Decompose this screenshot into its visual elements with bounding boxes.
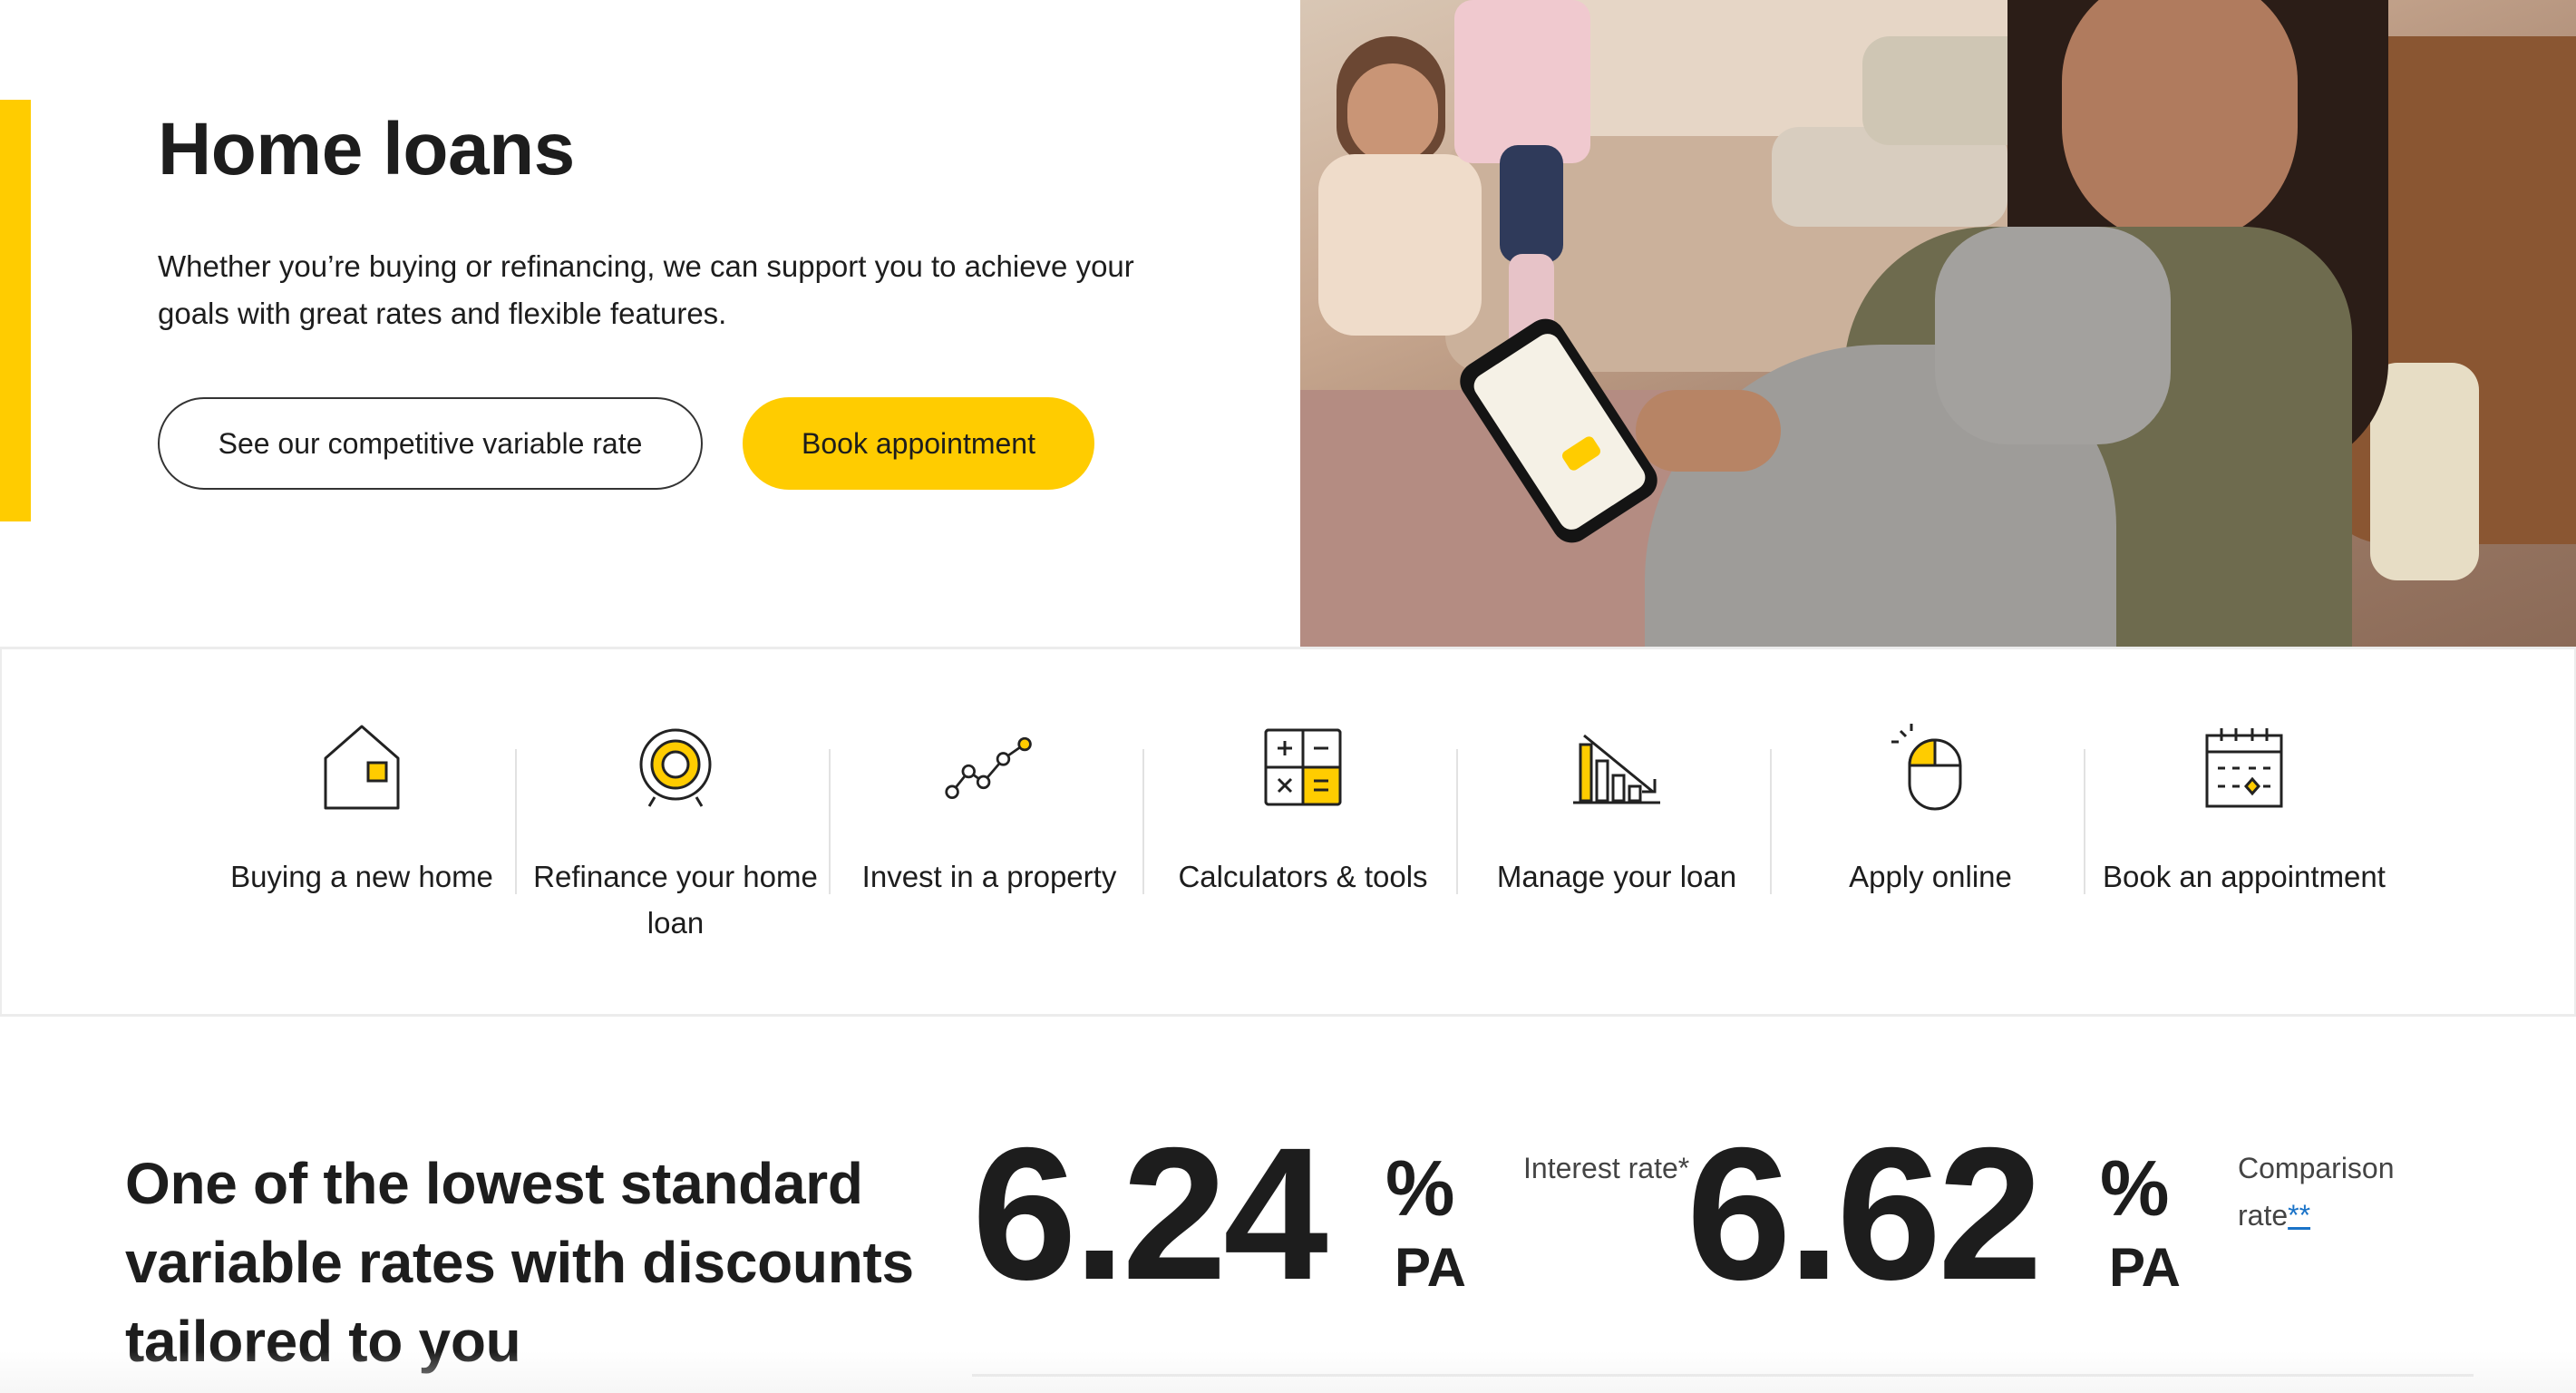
quick-link-label: Apply online — [1849, 860, 2012, 893]
comparison-rate-footnote-link[interactable]: ** — [2288, 1199, 2310, 1232]
quick-link-calculators[interactable]: Calculators & tools — [1146, 649, 1460, 1014]
quick-link-refinance[interactable]: Refinance your home loan — [519, 649, 832, 1014]
quick-link-buying[interactable]: Buying a new home — [205, 649, 519, 1014]
comparison-rate-pa: PA — [2109, 1237, 2181, 1298]
comparison-rate-percent: % — [2100, 1145, 2170, 1232]
variable-rate-button[interactable]: See our competitive variable rate — [158, 397, 703, 490]
quick-link-apply[interactable]: Apply online — [1774, 649, 2087, 1014]
hero-image — [1300, 0, 2576, 647]
quick-link-label: Book an appointment — [2103, 860, 2386, 893]
quick-link-label: Invest in a property — [861, 860, 1117, 893]
interest-rate-label: Interest rate* — [1523, 1152, 1690, 1184]
separator — [515, 749, 517, 894]
target-icon — [630, 722, 721, 813]
quick-links: Buying a new home Refinance your home lo… — [0, 649, 2576, 1014]
comparison-rate-label-block: Comparison rate** — [2238, 1145, 2437, 1239]
comparison-rate-value: 6.62 — [1687, 1109, 2043, 1320]
quick-link-label: Calculators & tools — [1178, 860, 1428, 893]
separator — [2084, 749, 2085, 894]
comparison-rate-label: Comparison rate — [2238, 1152, 2395, 1232]
separator — [1142, 749, 1144, 894]
interest-rate-pa: PA — [1395, 1237, 1466, 1298]
calculator-icon — [1258, 722, 1348, 813]
separator — [829, 749, 831, 894]
quick-link-label: Buying a new home — [230, 860, 493, 893]
quick-link-label: Refinance your home loan — [533, 860, 818, 940]
mouse-click-icon — [1885, 722, 1976, 813]
hero-accent-bar — [0, 100, 31, 521]
bottom-fade — [0, 1351, 2576, 1393]
hero-description: Whether you’re buying or refinancing, we… — [158, 249, 1134, 330]
quick-link-label: Manage your loan — [1496, 860, 1737, 893]
quick-link-invest[interactable]: Invest in a property — [832, 649, 1146, 1014]
interest-rate-value: 6.24 — [972, 1109, 1328, 1320]
house-icon — [316, 722, 407, 813]
book-appointment-button[interactable]: Book appointment — [743, 397, 1094, 490]
page-title: Home loans — [158, 108, 575, 190]
quick-link-appointment[interactable]: Book an appointment — [2087, 649, 2401, 1014]
rates-heading: One of the lowest standard variable rate… — [125, 1151, 914, 1374]
declining-bars-icon — [1571, 722, 1662, 813]
section-divider — [0, 1014, 2576, 1017]
quick-link-manage[interactable]: Manage your loan — [1460, 649, 1774, 1014]
growth-chart-icon — [944, 722, 1035, 813]
separator — [1770, 749, 1772, 894]
interest-rate-percent: % — [1385, 1145, 1455, 1232]
separator — [1456, 749, 1458, 894]
hero-section: Home loans Whether you’re buying or refi… — [0, 0, 2576, 647]
calendar-icon — [2199, 722, 2289, 813]
